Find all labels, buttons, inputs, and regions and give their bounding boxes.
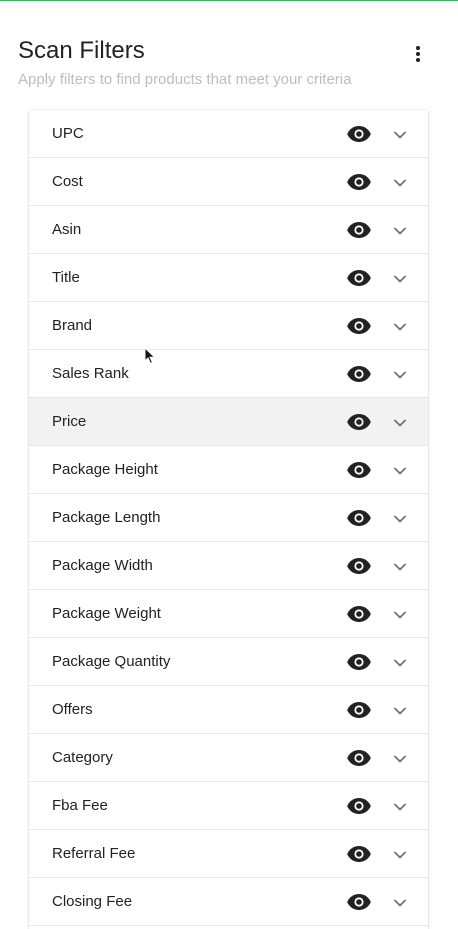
filter-row-package-height[interactable]: Package Height [29,446,428,494]
chevron-down-icon[interactable] [390,797,410,817]
filter-label: Cost [52,173,83,190]
filter-label: Closing Fee [52,893,133,910]
visibility-eye-icon[interactable] [347,362,371,386]
filter-label: Sales Rank [52,365,129,382]
filter-label: Price [52,413,87,430]
filter-row-cost[interactable]: Cost [29,158,428,206]
top-accent-line [0,0,458,1]
visibility-eye-icon[interactable] [347,314,371,338]
filter-label: Package Weight [52,605,161,622]
chevron-down-icon[interactable] [390,125,410,145]
chevron-down-icon[interactable] [390,413,410,433]
filter-label: Brand [52,317,93,334]
visibility-eye-icon[interactable] [347,266,371,290]
visibility-eye-icon[interactable] [347,170,371,194]
filter-row-package-weight[interactable]: Package Weight [29,590,428,638]
chevron-down-icon[interactable] [390,317,410,337]
chevron-down-icon[interactable] [390,605,410,625]
more-vert-icon [416,46,420,62]
visibility-eye-icon[interactable] [347,890,371,914]
filter-row-sales-rank[interactable]: Sales Rank [29,350,428,398]
filter-label: Package Length [52,509,161,526]
chevron-down-icon[interactable] [390,365,410,385]
visibility-eye-icon[interactable] [347,554,371,578]
filter-label: Title [52,269,80,286]
visibility-eye-icon[interactable] [347,218,371,242]
filter-label: Fba Fee [52,797,108,814]
filter-row-price[interactable]: Price [29,398,428,446]
filter-label: Category [52,749,113,766]
chevron-down-icon[interactable] [390,653,410,673]
filter-row-fba-fee[interactable]: Fba Fee [29,782,428,830]
filter-label: Package Width [52,557,153,574]
chevron-down-icon[interactable] [390,269,410,289]
filter-row-title[interactable]: Title [29,254,428,302]
visibility-eye-icon[interactable] [347,122,371,146]
visibility-eye-icon[interactable] [347,410,371,434]
visibility-eye-icon[interactable] [347,506,371,530]
chevron-down-icon[interactable] [390,173,410,193]
filter-row-brand[interactable]: Brand [29,302,428,350]
page-title: Scan Filters [18,37,145,64]
chevron-down-icon[interactable] [390,461,410,481]
chevron-down-icon[interactable] [390,749,410,769]
visibility-eye-icon[interactable] [347,842,371,866]
visibility-eye-icon[interactable] [347,698,371,722]
filter-list: UPC Cost Asin Title Brand Sales Rank Pri… [29,110,428,929]
more-options-button[interactable] [406,42,430,66]
page-header: Scan Filters Apply filters to find produ… [18,36,438,90]
filter-label: Package Quantity [52,653,171,670]
filter-label: Offers [52,701,93,718]
chevron-down-icon[interactable] [390,845,410,865]
chevron-down-icon[interactable] [390,221,410,241]
visibility-eye-icon[interactable] [347,746,371,770]
visibility-eye-icon[interactable] [347,602,371,626]
filter-row-asin[interactable]: Asin [29,206,428,254]
filter-row-upc[interactable]: UPC [29,110,428,158]
chevron-down-icon[interactable] [390,701,410,721]
filter-label: Package Height [52,461,158,478]
visibility-eye-icon[interactable] [347,794,371,818]
page-subtitle: Apply filters to find products that meet… [18,71,352,88]
filter-label: UPC [52,125,84,142]
chevron-down-icon[interactable] [390,893,410,913]
filter-label: Asin [52,221,82,238]
visibility-eye-icon[interactable] [347,458,371,482]
filter-row-package-length[interactable]: Package Length [29,494,428,542]
filter-row-package-width[interactable]: Package Width [29,542,428,590]
filter-row-offers[interactable]: Offers [29,686,428,734]
chevron-down-icon[interactable] [390,557,410,577]
filter-row-category[interactable]: Category [29,734,428,782]
filter-row-package-quantity[interactable]: Package Quantity [29,638,428,686]
filter-label: Referral Fee [52,845,136,862]
filter-row-referral-fee[interactable]: Referral Fee [29,830,428,878]
filter-row-closing-fee[interactable]: Closing Fee [29,878,428,926]
visibility-eye-icon[interactable] [347,650,371,674]
chevron-down-icon[interactable] [390,509,410,529]
